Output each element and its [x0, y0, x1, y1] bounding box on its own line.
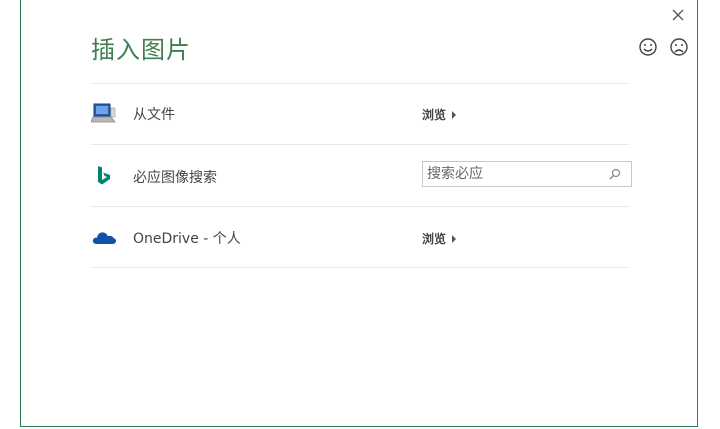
from-file-label: 从文件	[133, 107, 175, 123]
close-button[interactable]	[669, 6, 687, 24]
browse-onedrive-button[interactable]: 浏览	[422, 230, 457, 247]
divider	[91, 144, 629, 145]
bing-icon	[91, 163, 117, 189]
divider	[91, 83, 629, 84]
divider	[91, 206, 629, 207]
caret-right-icon	[452, 110, 457, 119]
bing-search-input[interactable]	[427, 164, 597, 184]
search-icon[interactable]	[609, 168, 621, 180]
caret-right-icon	[452, 234, 457, 243]
frown-icon	[670, 38, 688, 56]
smile-icon	[639, 38, 657, 56]
insert-pictures-dialog: 插入图片 从文件 浏览 必应图像搜索 搜索必应 OneDrive - 个人 浏览	[20, 0, 698, 427]
dialog-title: 插入图片	[91, 36, 191, 64]
close-icon	[672, 9, 684, 21]
bing-search-box	[422, 161, 632, 187]
computer-icon	[91, 100, 117, 126]
from-file-row: 从文件 浏览	[91, 98, 631, 128]
browse-label: 浏览	[422, 232, 447, 246]
bing-search-label: 必应图像搜索	[133, 170, 217, 186]
divider	[91, 267, 629, 268]
onedrive-row: OneDrive - 个人 浏览	[91, 222, 631, 252]
send-frown-button[interactable]	[669, 37, 689, 57]
bing-search-row: 必应图像搜索	[91, 161, 632, 191]
onedrive-label: OneDrive - 个人	[133, 231, 241, 247]
send-smile-button[interactable]	[638, 37, 658, 57]
browse-label: 浏览	[422, 108, 447, 122]
onedrive-cloud-icon	[91, 224, 117, 250]
browse-files-button[interactable]: 浏览	[422, 106, 457, 123]
